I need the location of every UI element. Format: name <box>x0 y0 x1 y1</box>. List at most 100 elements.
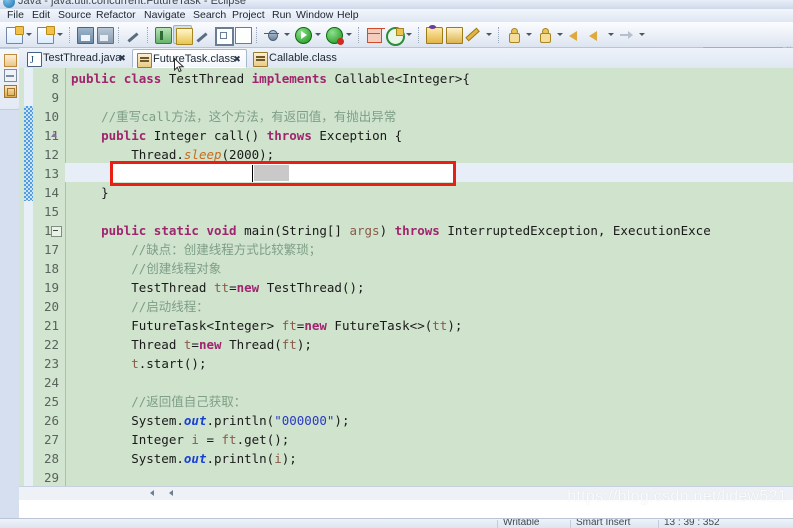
scroll-left-icon[interactable] <box>150 490 154 496</box>
save-all-button[interactable] <box>95 25 114 44</box>
restore-icon[interactable] <box>4 85 17 98</box>
code-token: public static void <box>101 223 245 238</box>
open-perspective-icon[interactable] <box>4 54 17 67</box>
code-token: FutureTask<Integer> <box>71 318 282 333</box>
code-token: main(String[] <box>244 223 350 238</box>
new-dropdown-arrow-icon[interactable] <box>24 25 33 44</box>
prev-annotation-dropdown-arrow-icon[interactable] <box>555 25 564 44</box>
show-whitespace-icon <box>235 27 252 44</box>
toolbar-separator <box>69 26 72 43</box>
menu-item-source[interactable]: Source <box>54 9 95 22</box>
toolbar-separator <box>358 26 361 43</box>
build-button[interactable] <box>153 25 172 44</box>
next-annotation-dropdown-arrow-icon[interactable] <box>524 25 533 44</box>
editor-tab-label: TestThread.java <box>43 52 122 64</box>
open-type-button[interactable] <box>213 25 234 46</box>
code-line: //创建线程对象 <box>71 259 221 278</box>
forward-button[interactable] <box>586 25 605 44</box>
new-wizard-dropdown-arrow-icon[interactable] <box>55 25 64 44</box>
menu-item-project[interactable]: Project <box>228 9 269 22</box>
menu-item-navigate[interactable]: Navigate <box>140 9 189 22</box>
code-line: System.out.println("000000"); <box>71 411 349 430</box>
tab-close-icon[interactable] <box>232 54 242 64</box>
menu-item-search[interactable]: Search <box>189 9 230 22</box>
editor-tab-futuretask-class[interactable]: FutureTask.class <box>132 49 247 68</box>
debug-dropdown-arrow-icon[interactable] <box>282 25 291 44</box>
line-number: 24 <box>43 375 59 390</box>
code-token: new <box>198 337 230 352</box>
tab-close-icon[interactable] <box>117 53 127 63</box>
scroll-left-icon-2[interactable] <box>169 490 173 496</box>
menu-item-edit[interactable]: Edit <box>28 9 54 22</box>
code-token: throws <box>266 128 320 143</box>
code-token: //创建线程对象 <box>71 261 222 276</box>
code-token: //重写call方法，这个方法，有返回值，有抛出异常 <box>71 109 397 124</box>
annotation-button[interactable] <box>464 25 483 44</box>
save-button[interactable] <box>75 25 94 44</box>
toolbar-separator <box>256 26 259 43</box>
editor-tab-testthread-java[interactable]: TestThread.java <box>23 49 131 70</box>
code-token: tt <box>214 280 230 295</box>
code-token: class <box>123 71 169 86</box>
save-icon <box>77 27 94 44</box>
minimize-icon[interactable] <box>4 69 17 82</box>
menu-item-file[interactable]: File <box>3 9 28 22</box>
refresh-button[interactable] <box>384 25 405 46</box>
next-annotation-button[interactable] <box>504 25 523 44</box>
run-coverage-dropdown-arrow-icon[interactable] <box>344 25 353 44</box>
line-number: 12 <box>43 147 59 162</box>
code-token: new <box>304 318 335 333</box>
debug-button[interactable] <box>262 25 281 44</box>
code-line: FutureTask<Integer> ft=new FutureTask<>(… <box>71 316 462 335</box>
toolbar-separator <box>118 26 121 43</box>
annotation-dropdown-arrow-icon[interactable] <box>484 25 493 44</box>
line-number: 27 <box>43 432 59 447</box>
last-edit-button[interactable] <box>617 25 636 44</box>
menu-item-help[interactable]: Help <box>333 9 363 22</box>
code-token: } <box>71 185 109 200</box>
code-editor[interactable]: 8 public class TestThread implements Call… <box>19 68 793 500</box>
back-button[interactable] <box>566 25 585 44</box>
refresh-dropdown-arrow-icon[interactable] <box>404 25 413 44</box>
new-java-project-button[interactable] <box>364 25 383 44</box>
open-task-button[interactable] <box>424 25 443 44</box>
prev-annotation-icon <box>537 27 552 43</box>
code-token: call() <box>214 128 267 143</box>
code-fold-arrow-icon[interactable] <box>51 132 58 139</box>
code-fold-plus-icon[interactable] <box>51 226 62 237</box>
forward-dropdown-arrow-icon[interactable] <box>606 25 615 44</box>
last-edit-dropdown-arrow-icon[interactable] <box>637 25 646 44</box>
menu-item-window[interactable]: Window <box>292 9 337 22</box>
code-line: //返回值自己获取： <box>71 392 246 411</box>
new-wizard-button[interactable] <box>35 25 55 44</box>
prev-annotation-button[interactable] <box>535 25 554 44</box>
editor-tab-callable-class[interactable]: Callable.class <box>249 49 350 68</box>
link-editor-button[interactable] <box>124 25 143 44</box>
code-line: //重写call方法，这个方法，有返回值，有抛出异常 <box>71 107 396 126</box>
java-file-icon <box>27 51 42 70</box>
code-line: //缺点：创建线程方式比较繁琐； <box>71 240 321 259</box>
run-button[interactable] <box>293 25 312 44</box>
line-number: 29 <box>43 470 59 485</box>
line-number: 26 <box>43 413 59 428</box>
new-icon <box>6 26 24 44</box>
open-folder-button[interactable] <box>444 25 463 44</box>
code-token: ft <box>281 337 297 352</box>
text-caret <box>252 165 253 182</box>
run-dropdown-arrow-icon[interactable] <box>313 25 322 44</box>
code-token: ); <box>296 337 312 352</box>
show-whitespace-button[interactable] <box>233 25 252 44</box>
code-token: sleep <box>183 147 222 162</box>
menu-item-refactor[interactable]: Refactor <box>92 9 140 22</box>
eclipse-window: Java - java.util.concurrent.FutureTask -… <box>0 0 793 528</box>
code-token: TestThread <box>71 280 214 295</box>
code-line: Thread t=new Thread(ft); <box>71 335 312 354</box>
run-coverage-button[interactable] <box>324 25 344 45</box>
code-token: t <box>131 356 139 371</box>
code-token: = <box>198 432 222 447</box>
new-button[interactable] <box>4 25 24 44</box>
skip-breakpoints-button[interactable] <box>193 25 212 44</box>
line-number: 25 <box>43 394 59 409</box>
toggle-mark-occurrences-button[interactable] <box>173 25 193 45</box>
code-token: ft <box>221 432 237 447</box>
